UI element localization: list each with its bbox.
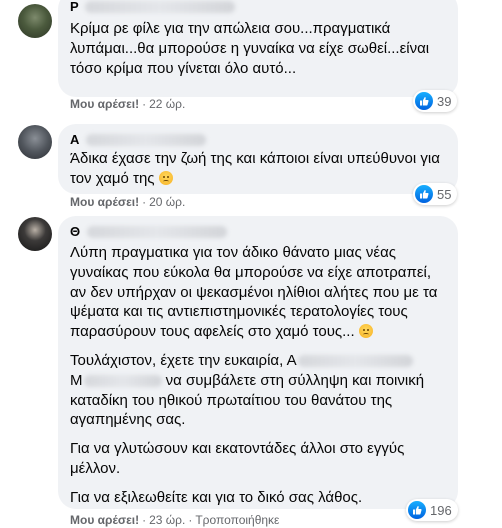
avatar[interactable] xyxy=(18,125,52,159)
sad-face-icon xyxy=(158,170,173,185)
timestamp[interactable]: 20 ώρ. xyxy=(149,195,185,209)
comment-meta: Μου αρέσει! · 20 ώρ. xyxy=(70,195,186,209)
comment-paragraph: Τουλάχιστον, έχετε την ευκαιρία, Α Μ να … xyxy=(70,351,425,429)
comment-paragraph: Άδικα έχασε την ζωή της και κάποιοι είνα… xyxy=(70,150,440,187)
comment-paragraph: Λύπη πραγματικα για τον άδικο θάνατο μια… xyxy=(70,244,438,341)
author-name-row: Α xyxy=(70,131,446,147)
comment-bubble: Ρ Κρίμα ρε φίλε για την απώλεια σου...πρ… xyxy=(58,0,458,97)
like-icon xyxy=(415,185,433,203)
avatar[interactable] xyxy=(18,217,52,251)
reaction-summary[interactable]: 55 xyxy=(413,183,458,205)
comment-text: Κρίμα ρε φίλε για την απώλεια σου...πραγ… xyxy=(70,19,446,78)
reaction-count: 196 xyxy=(430,502,452,518)
comment-meta: Μου αρέσει! · 23 ώρ. · Τροποποιήθηκε xyxy=(70,513,280,527)
like-button[interactable]: Μου αρέσει! xyxy=(70,97,139,111)
comment-text: Άδικα έχασε την ζωή της και κάποιοι είνα… xyxy=(70,149,446,189)
like-icon xyxy=(408,501,426,519)
reaction-summary[interactable]: 196 xyxy=(406,499,458,521)
author-name[interactable]: Ρ xyxy=(70,0,79,14)
comment-text: Λύπη πραγματικα για τον άδικο θάνατο μια… xyxy=(70,243,446,508)
comment-paragraph: Για να γλυτώσουν και εκατοντάδες άλλοι σ… xyxy=(70,440,405,477)
author-name-row: Ρ xyxy=(70,0,446,14)
reaction-count: 39 xyxy=(437,93,452,109)
like-icon xyxy=(415,92,433,110)
author-name-redacted xyxy=(85,0,236,13)
edited-label[interactable]: Τροποποιήθηκε xyxy=(195,513,279,527)
sad-face-icon xyxy=(358,324,373,339)
author-name[interactable]: Α xyxy=(70,132,79,147)
comment-paragraph: Κρίμα ρε φίλε για την απώλεια σου...πραγ… xyxy=(70,20,430,77)
comment-paragraph: Για να εξιλεωθείτε και για το δικό σας λ… xyxy=(70,488,363,506)
author-name-redacted xyxy=(86,225,227,238)
like-button[interactable]: Μου αρέσει! xyxy=(70,513,139,527)
comment-meta: Μου αρέσει! · 22 ώρ. xyxy=(70,97,186,111)
author-name-redacted xyxy=(85,133,206,146)
like-button[interactable]: Μου αρέσει! xyxy=(70,195,139,209)
author-name[interactable]: Θ xyxy=(70,224,80,239)
author-name-row: Θ xyxy=(70,223,446,239)
comment-bubble: Θ Λύπη πραγματικα για τον άδικο θάνατο μ… xyxy=(58,216,458,509)
mention-redacted xyxy=(83,374,162,387)
timestamp[interactable]: 23 ώρ. xyxy=(149,513,185,527)
avatar[interactable] xyxy=(18,4,52,38)
comment-bubble: Α Άδικα έχασε την ζωή της και κάποιοι εί… xyxy=(58,124,458,194)
reaction-summary[interactable]: 39 xyxy=(413,90,458,112)
mention-redacted xyxy=(297,355,413,368)
timestamp[interactable]: 22 ώρ. xyxy=(149,97,185,111)
reaction-count: 55 xyxy=(437,186,452,202)
